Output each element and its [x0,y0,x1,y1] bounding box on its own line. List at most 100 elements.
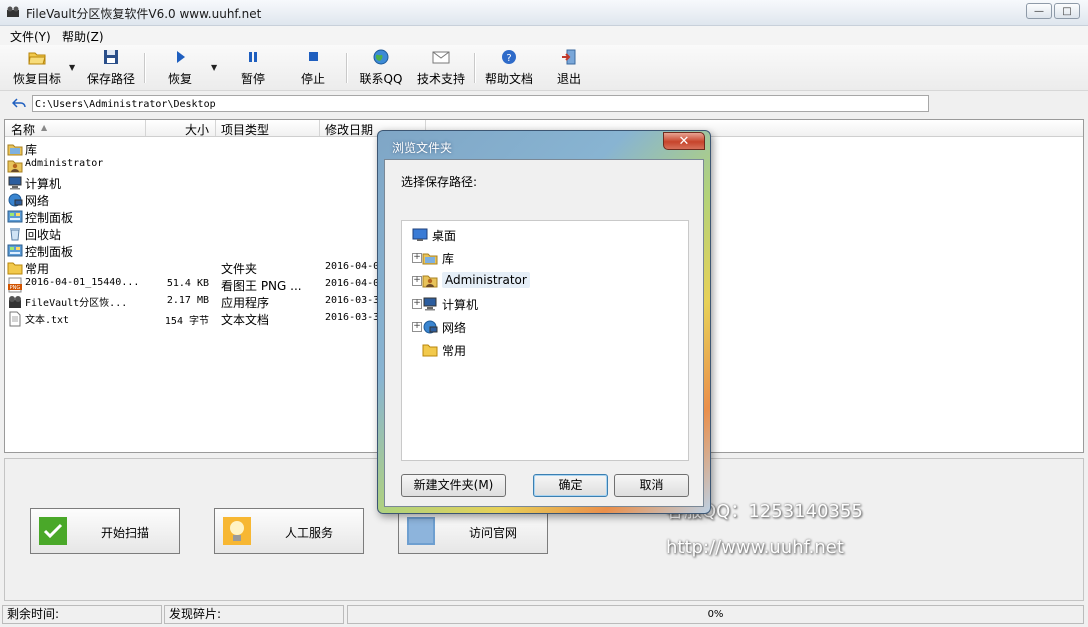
file-name: Administrator [25,158,104,169]
check-icon [39,517,67,545]
help-doc-button[interactable]: ? 帮助文档 [482,47,536,87]
file-name: 网络 [25,194,50,208]
pause-icon [249,52,257,62]
title-bar: FileVault分区恢复软件V6.0 www.uuhf.net — □ [0,0,1088,26]
stop-icon [309,52,318,61]
desktop-icon [412,227,428,241]
column-size[interactable]: 大小 [185,121,209,138]
toolbar-separator [474,53,476,83]
browse-folder-dialog: 浏览文件夹 ✕ 选择保存路径: 桌面 + 库 + Administrator + 计算机 + 网… [377,130,711,514]
tech-support-button[interactable]: 技术支持 [414,47,468,87]
exit-button[interactable]: 退出 [552,47,586,87]
status-bar: 剩余时间: 发现碎片: 0% [0,603,1088,627]
maximize-button[interactable]: □ [1054,3,1080,19]
svg-text:PNG: PNG [10,285,21,291]
path-input[interactable]: C:\Users\Administrator\Desktop [32,95,929,112]
computer-icon [422,296,438,311]
folder-icon [422,342,438,357]
file-size: 51.4 KB [166,278,209,289]
tree-node-label: Administrator [442,272,530,288]
column-divider[interactable] [215,120,216,136]
menu-help[interactable]: 帮助(Z) [62,28,104,45]
library-icon [422,250,438,265]
tree-node[interactable]: 桌面 [402,225,688,245]
menu-file[interactable]: 文件(Y) [10,28,51,45]
file-modified: 2016-03-3 [325,295,380,306]
tree-expand-icon[interactable]: + [412,253,422,263]
exit-door-icon [562,49,576,65]
progress-bar: 0% [347,605,1084,624]
tree-node-label: 网络 [442,321,467,335]
file-name: 计算机 [25,177,62,191]
contact-qq-button[interactable]: 联系QQ [358,47,404,87]
library-icon [7,141,23,156]
file-size: 2.17 MB [166,295,209,306]
visit-site-button[interactable]: 访问官网 [398,508,548,554]
file-modified: 2016-03-3 [325,312,380,323]
column-divider[interactable] [145,120,146,136]
progress-text: 0% [707,609,724,620]
tree-node-label: 计算机 [442,298,479,312]
dialog-prompt: 选择保存路径: [401,175,478,189]
watermark-url: http://www.uuhf.net [666,537,844,558]
globe-icon [373,49,389,65]
file-type: 看图王 PNG ... [221,279,302,293]
ok-button[interactable]: 确定 [533,474,608,497]
new-folder-button[interactable]: 新建文件夹(M) [401,474,506,497]
address-bar: C:\Users\Administrator\Desktop [0,91,1088,117]
restore-target-dropdown-icon[interactable]: ▼ [69,63,75,72]
dialog-title: 浏览文件夹 [392,141,453,155]
menu-bar: 文件(Y) 帮助(Z) [0,26,1088,45]
tree-expand-icon[interactable]: + [412,276,422,286]
pause-button[interactable]: 暂停 [232,47,274,87]
tree-node[interactable]: + 库 [402,248,688,268]
control-panel-icon [7,209,23,223]
tree-expand-icon[interactable]: + [412,299,422,309]
open-folder-icon [28,52,46,65]
file-name: 控制面板 [25,245,74,259]
tree-node[interactable]: 常用 [402,340,688,360]
column-type[interactable]: 项目类型 [221,121,269,138]
stop-button[interactable]: 停止 [292,47,334,87]
file-name: 常用 [25,262,50,276]
restore-button[interactable]: 恢复 [160,47,200,87]
column-modified[interactable]: 修改日期 [325,121,373,138]
manual-service-button[interactable]: 人工服务 [214,508,364,554]
restore-target-button[interactable]: 恢复目标 [8,47,66,87]
dialog-close-button[interactable]: ✕ [663,132,705,150]
minimize-button[interactable]: — [1026,3,1052,19]
network-icon [7,192,23,207]
website-icon [407,517,435,545]
start-scan-button[interactable]: 开始扫描 [30,508,180,554]
mail-icon [432,51,450,64]
restore-dropdown-icon[interactable]: ▼ [211,63,217,72]
computer-icon [7,175,22,190]
tree-node[interactable]: + 计算机 [402,294,688,314]
file-name: 文本.txt [25,315,70,326]
dialog-body: 选择保存路径: 桌面 + 库 + Administrator + 计算机 + 网络 常用 新建文件… [384,159,704,507]
cancel-button[interactable]: 取消 [614,474,689,497]
toolbar-separator [346,53,348,83]
svg-text:?: ? [506,53,511,64]
file-type: 应用程序 [221,296,270,310]
user-folder-icon [7,158,23,173]
tree-node-label: 库 [442,252,455,266]
control-panel-icon [7,243,23,257]
file-size: 154 字节 [164,316,209,327]
tree-node[interactable]: + Administrator [402,271,688,291]
user-folder-icon [422,273,438,288]
column-name[interactable]: 名称 [11,121,35,138]
tree-expand-icon[interactable]: + [412,322,422,332]
file-type: 文件夹 [221,262,258,276]
folder-icon [7,260,23,275]
back-arrow-icon[interactable] [12,97,26,109]
network-icon [422,319,438,334]
toolbar-separator [144,53,146,83]
text-file-icon [7,311,21,327]
tree-node[interactable]: + 网络 [402,317,688,337]
column-divider[interactable] [319,120,320,136]
sort-ascending-icon: ▲ [41,123,48,132]
help-icon: ? [502,50,516,64]
save-path-button[interactable]: 保存路径 [84,47,138,87]
save-disk-icon [104,50,118,64]
